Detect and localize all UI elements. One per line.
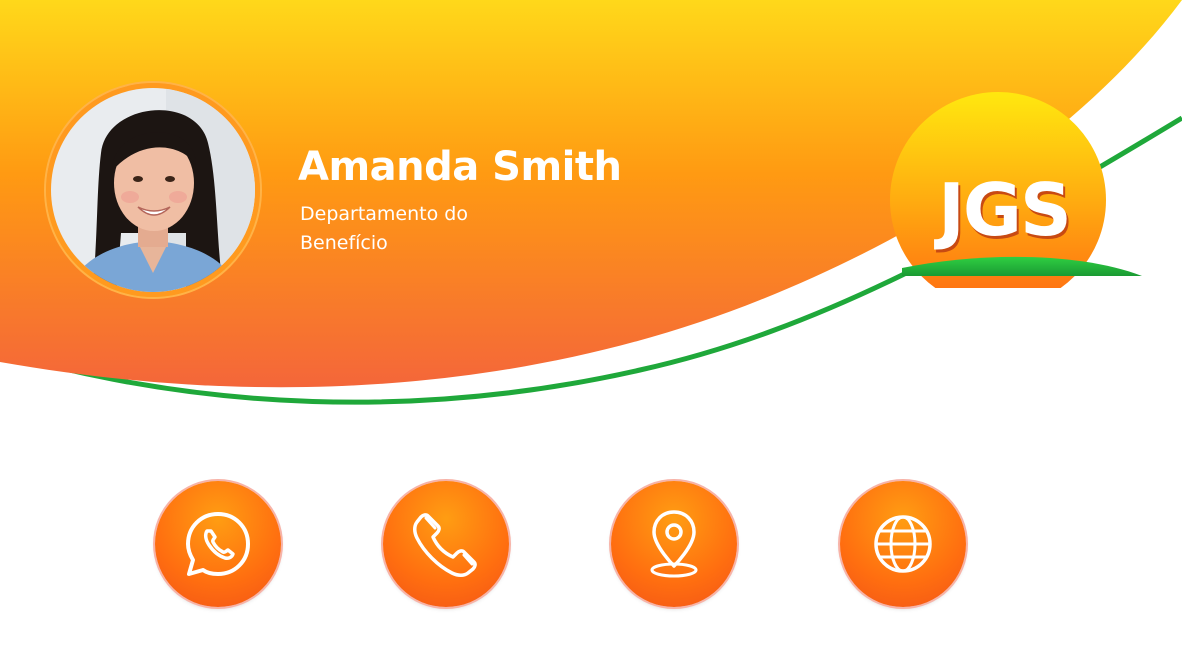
department-line-2: Benefício — [300, 232, 388, 254]
whatsapp-button[interactable] — [155, 481, 281, 607]
profile-photo — [46, 83, 260, 297]
globe-icon — [874, 515, 932, 573]
phone-button[interactable] — [383, 481, 509, 607]
website-button[interactable] — [840, 481, 966, 607]
location-button[interactable] — [611, 481, 737, 607]
business-card: Amanda Smith Departamento do Benefício J… — [0, 0, 1182, 667]
phone-icon — [413, 513, 477, 577]
location-pin-icon — [650, 510, 698, 578]
whatsapp-icon — [186, 512, 250, 576]
company-logo: JGS — [880, 88, 1150, 308]
department-line-1: Departamento do — [300, 203, 468, 225]
logo-text: JGS — [938, 168, 1072, 252]
person-name: Amanda Smith — [298, 144, 622, 190]
department: Departamento do Benefício — [300, 200, 520, 258]
